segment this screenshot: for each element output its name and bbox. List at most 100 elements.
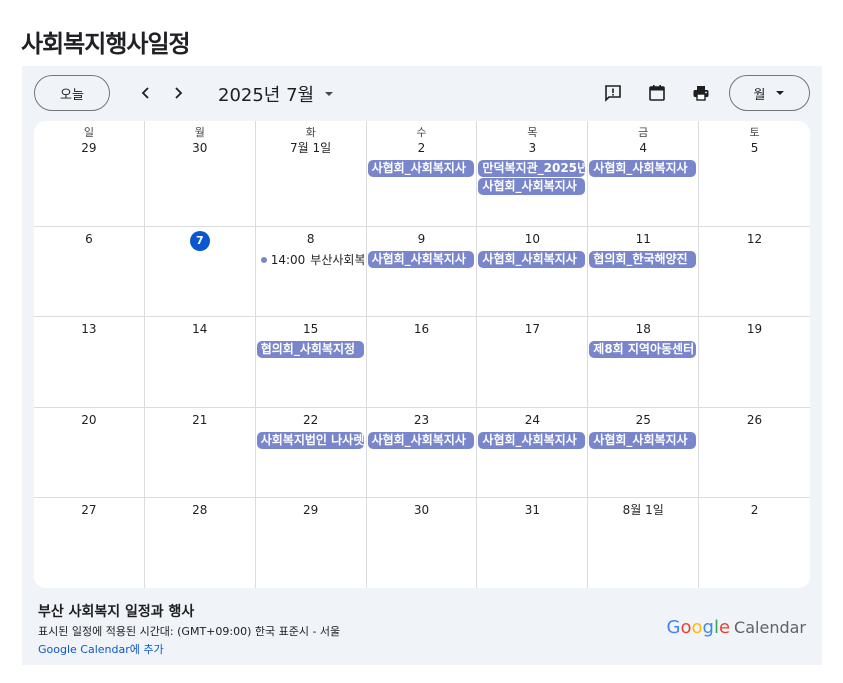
event-chip[interactable]: 사협회_사회복지사 xyxy=(478,251,586,268)
event-chip[interactable]: 만덕복지관_2025년 xyxy=(478,160,586,177)
date-number[interactable]: 23 xyxy=(367,412,477,432)
date-number-text: 5 xyxy=(750,141,759,155)
day-cell[interactable]: 화 7월 1일 xyxy=(255,121,367,227)
date-number[interactable]: 5 xyxy=(699,140,810,160)
day-cell[interactable]: 26 xyxy=(699,408,810,498)
day-cell[interactable]: 21 xyxy=(144,408,256,498)
event-chip[interactable]: 사협회_사회복지사 xyxy=(367,160,475,177)
event-list: 사협회_사회복지사 xyxy=(477,251,587,268)
date-number[interactable]: 10 xyxy=(477,231,587,251)
day-cell[interactable]: 11 협의회_한국해양진 xyxy=(588,227,700,317)
day-cell[interactable]: 25 사협회_사회복지사 xyxy=(588,408,700,498)
date-number[interactable]: 28 xyxy=(145,502,255,522)
event-chip[interactable]: 사협회_사회복지사 xyxy=(367,251,475,268)
day-cell[interactable]: 28 xyxy=(145,498,256,588)
day-cell[interactable]: 31 xyxy=(477,498,589,588)
date-number[interactable]: 15 xyxy=(256,321,366,341)
day-cell[interactable]: 20 xyxy=(34,408,145,498)
day-cell[interactable]: 12 xyxy=(699,227,810,317)
event-chip[interactable]: 사협회_사회복지사 xyxy=(478,178,586,195)
date-number[interactable]: 8월 1일 xyxy=(588,502,698,522)
date-number[interactable]: 21 xyxy=(145,412,255,432)
month-picker[interactable]: 2025년 7월 xyxy=(218,81,334,107)
day-cell[interactable]: 목 3 만덕복지관_2025년 사협회_사회복지사 xyxy=(477,121,589,227)
day-cell[interactable]: 수 2 사협회_사회복지사 xyxy=(366,121,478,227)
date-number[interactable]: 30 xyxy=(367,502,477,522)
date-number[interactable]: 16 xyxy=(367,321,477,341)
date-number[interactable]: 14 xyxy=(145,321,255,341)
day-cell[interactable]: 18 제8회 지역아동센터 xyxy=(588,317,700,408)
date-number[interactable]: 4 xyxy=(588,140,698,160)
day-cell[interactable]: 15 협의회_사회복지정 xyxy=(255,317,367,408)
date-number[interactable]: 30 xyxy=(145,140,255,160)
event-chip[interactable]: 사회복지법인 나사렛 xyxy=(256,432,364,449)
date-number[interactable]: 24 xyxy=(477,412,587,432)
event-chip[interactable]: 사협회_사회복지사 xyxy=(589,160,697,177)
date-number[interactable]: 29 xyxy=(34,140,144,160)
day-cell[interactable]: 9 사협회_사회복지사 xyxy=(366,227,478,317)
date-number-text: 10 xyxy=(524,232,540,246)
date-number[interactable]: 27 xyxy=(34,502,144,522)
date-number[interactable]: 20 xyxy=(34,412,144,432)
date-number[interactable]: 7월 1일 xyxy=(256,140,366,160)
google-calendar-logo[interactable]: Google Calendar xyxy=(667,617,806,638)
date-number[interactable]: 9 xyxy=(367,231,477,251)
today-button[interactable]: 오늘 xyxy=(34,75,110,111)
date-number[interactable]: 13 xyxy=(34,321,144,341)
date-number[interactable]: 18 xyxy=(588,321,698,341)
day-cell[interactable]: 19 xyxy=(699,317,810,408)
calendar-view-button[interactable] xyxy=(645,81,669,105)
next-month-button[interactable] xyxy=(164,79,192,107)
day-cell[interactable]: 토5 xyxy=(699,121,810,227)
day-cell[interactable]: 22 사회복지법인 나사렛 xyxy=(255,408,367,498)
day-cell[interactable]: 29 xyxy=(256,498,367,588)
date-number[interactable]: 12 xyxy=(699,231,810,251)
day-cell[interactable]: 30 xyxy=(367,498,478,588)
day-cell[interactable]: 17 xyxy=(477,317,589,408)
day-cell[interactable]: 일 29 xyxy=(34,121,145,227)
view-selector-button[interactable]: 월 xyxy=(729,75,810,111)
today-date-number[interactable]: 7 xyxy=(145,231,255,251)
day-cell[interactable]: 6 xyxy=(34,227,145,317)
event-chip[interactable]: 협의회_사회복지정 xyxy=(256,341,364,358)
add-to-google-calendar-link[interactable]: Google Calendar에 추가 xyxy=(38,641,164,657)
event-chip[interactable]: 제8회 지역아동센터 xyxy=(589,341,697,358)
date-number[interactable]: 19 xyxy=(699,321,810,341)
day-cell[interactable]: 16 xyxy=(366,317,478,408)
day-cell[interactable]: 8월 1일 xyxy=(588,498,700,588)
event-dot-icon xyxy=(260,256,267,263)
date-number[interactable]: 2 xyxy=(699,502,810,522)
day-cell[interactable]: 14 xyxy=(144,317,256,408)
event-chip[interactable]: 사협회_사회복지사 xyxy=(478,432,586,449)
day-cell[interactable]: 7 xyxy=(144,227,256,317)
day-cell[interactable]: 23 사협회_사회복지사 xyxy=(366,408,478,498)
calendar-toolbar: 오늘 2025년 7월 월 xyxy=(22,66,822,121)
date-number[interactable]: 8 xyxy=(256,231,366,251)
day-cell[interactable]: 814:00 부산사회복지 xyxy=(255,227,367,317)
event-chip[interactable]: 사협회_사회복지사 xyxy=(367,432,475,449)
day-cell[interactable]: 10 사협회_사회복지사 xyxy=(477,227,589,317)
event-chip[interactable]: 협의회_한국해양진 xyxy=(589,251,697,268)
day-cell[interactable]: 13 xyxy=(34,317,145,408)
date-number[interactable]: 26 xyxy=(699,412,810,432)
date-number[interactable]: 29 xyxy=(256,502,366,522)
day-cell[interactable]: 24 사협회_사회복지사 xyxy=(477,408,589,498)
day-cell[interactable]: 2 xyxy=(699,498,810,588)
date-number[interactable]: 25 xyxy=(588,412,698,432)
day-cell[interactable]: 월 30 xyxy=(144,121,256,227)
date-number[interactable]: 17 xyxy=(477,321,587,341)
date-number[interactable]: 2 xyxy=(367,140,477,160)
event-chip[interactable]: 사협회_사회복지사 xyxy=(589,432,697,449)
prev-month-button[interactable] xyxy=(132,79,160,107)
weekday-header: 금 xyxy=(638,126,649,139)
date-number[interactable]: 11 xyxy=(588,231,698,251)
print-button[interactable] xyxy=(689,81,713,105)
day-cell[interactable]: 금 4 사협회_사회복지사 xyxy=(588,121,700,227)
day-cell[interactable]: 27 xyxy=(34,498,145,588)
timed-event[interactable]: 14:00 부산사회복지 xyxy=(257,251,364,268)
date-number[interactable]: 31 xyxy=(477,502,587,522)
date-number[interactable]: 22 xyxy=(256,412,366,432)
date-number[interactable]: 6 xyxy=(34,231,144,251)
feedback-button[interactable] xyxy=(601,81,625,105)
date-number[interactable]: 3 xyxy=(477,140,587,160)
